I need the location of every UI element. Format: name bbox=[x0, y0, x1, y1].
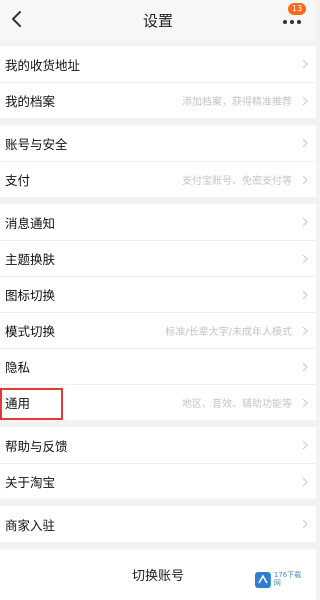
settings-group-address: 我的收货地址 我的档案 添加档案，获得精准推荐 bbox=[0, 46, 316, 118]
settings-item-label: 模式切换 bbox=[5, 324, 56, 339]
settings-item-hint: 添加档案，获得精准推荐 bbox=[182, 97, 292, 108]
settings-item-address[interactable]: 我的收货地址 bbox=[0, 46, 316, 82]
settings-group-help: 帮助与反馈 关于淘宝 bbox=[0, 427, 316, 499]
chevron-right-icon bbox=[302, 175, 308, 184]
chevron-right-icon bbox=[302, 290, 308, 299]
chevron-right-icon bbox=[302, 138, 308, 148]
settings-item-merchant[interactable]: 商家入驻 bbox=[0, 506, 316, 542]
settings-item-icon-switch[interactable]: 图标切换 bbox=[0, 276, 316, 312]
settings-item-label: 主题换肤 bbox=[5, 252, 56, 267]
page-title: 设置 bbox=[142, 11, 173, 30]
settings-item-label: 帮助与反馈 bbox=[5, 438, 68, 454]
settings-item-label: 消息通知 bbox=[5, 215, 56, 231]
settings-item-label: 我的档案 bbox=[5, 94, 56, 109]
settings-item-account-security[interactable]: 账号与安全 bbox=[0, 125, 316, 161]
chevron-right-icon bbox=[302, 362, 308, 371]
settings-item-label: 隐私 bbox=[5, 360, 31, 375]
chevron-right-icon bbox=[302, 96, 308, 105]
settings-item-hint: 地区、音效、辅助功能等 bbox=[182, 399, 292, 410]
watermark-logo-icon bbox=[254, 572, 271, 588]
settings-item-label: 账号与安全 bbox=[5, 136, 68, 152]
chevron-right-icon bbox=[302, 519, 308, 529]
settings-item-mode-switch[interactable]: 模式切换 标准/长辈大字/未成年人模式 bbox=[0, 312, 316, 348]
watermark: 176下载网 bbox=[254, 566, 308, 594]
settings-item-payment[interactable]: 支付 支付宝账号、免密支付等 bbox=[0, 161, 316, 197]
settings-item-label: 商家入驻 bbox=[5, 517, 56, 533]
chevron-right-icon bbox=[302, 217, 308, 227]
top-bar: 设置 13 bbox=[0, 0, 316, 40]
watermark-text: 176下载网 bbox=[273, 571, 302, 587]
settings-item-theme[interactable]: 主题换肤 bbox=[0, 240, 316, 276]
chevron-right-icon bbox=[302, 440, 308, 450]
chevron-right-icon bbox=[302, 477, 308, 486]
settings-group-account: 账号与安全 支付 支付宝账号、免密支付等 bbox=[0, 125, 316, 197]
settings-item-hint: 标准/长辈大字/未成年人模式 bbox=[165, 327, 292, 338]
settings-group-merchant: 商家入驻 bbox=[0, 506, 316, 542]
switch-account-button[interactable]: 切换账号 bbox=[132, 565, 184, 584]
settings-item-about[interactable]: 关于淘宝 bbox=[0, 463, 316, 499]
back-arrow-icon[interactable] bbox=[6, 8, 28, 30]
settings-item-label: 支付 bbox=[5, 173, 31, 188]
highlight-box bbox=[0, 388, 63, 420]
chevron-right-icon bbox=[302, 59, 308, 69]
settings-group-general: 消息通知 主题换肤 图标切换 模式切换 标准/长辈大字/未成年人模式 隐私 通用… bbox=[0, 204, 316, 420]
chevron-right-icon bbox=[302, 254, 308, 263]
settings-item-label: 关于淘宝 bbox=[5, 475, 56, 490]
settings-item-help-feedback[interactable]: 帮助与反馈 bbox=[0, 427, 316, 463]
settings-item-profile[interactable]: 我的档案 添加档案，获得精准推荐 bbox=[0, 82, 316, 118]
settings-item-label: 图标切换 bbox=[5, 288, 56, 303]
chevron-right-icon bbox=[302, 398, 308, 407]
chevron-right-icon bbox=[302, 326, 308, 335]
settings-item-hint: 支付宝账号、免密支付等 bbox=[182, 176, 292, 187]
settings-item-notifications[interactable]: 消息通知 bbox=[0, 204, 316, 240]
settings-item-general[interactable]: 通用 地区、音效、辅助功能等 bbox=[0, 384, 316, 420]
notification-badge: 13 bbox=[288, 3, 306, 15]
settings-item-label: 我的收货地址 bbox=[5, 57, 81, 73]
settings-item-privacy[interactable]: 隐私 bbox=[0, 348, 316, 384]
